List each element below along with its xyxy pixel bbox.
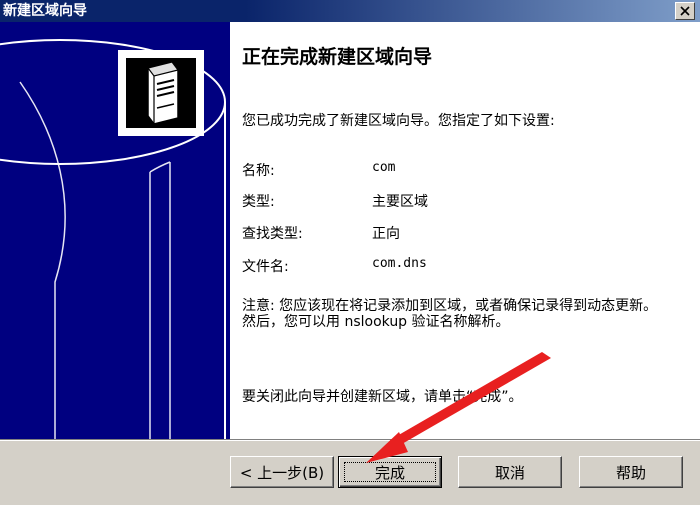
window-title: 新建区域向导 <box>3 3 87 19</box>
setting-label: 文件名: <box>242 259 289 275</box>
close-button[interactable] <box>675 2 695 20</box>
setting-value: 正向 <box>372 226 400 242</box>
wizard-page: 正在完成新建区域向导 您已成功完成了新建区域向导。您指定了如下设置: 名称: c… <box>0 22 700 439</box>
wizard-banner <box>0 22 230 439</box>
closing-text: 要关闭此向导并创建新区域，请单击“完成”。 <box>242 389 523 405</box>
setting-value: com <box>372 160 396 175</box>
help-button[interactable]: 帮助 <box>579 456 683 488</box>
page-title: 正在完成新建区域向导 <box>242 46 433 68</box>
setting-value: 主要区域 <box>372 194 428 210</box>
server-icon <box>126 58 196 128</box>
intro-text: 您已成功完成了新建区域向导。您指定了如下设置: <box>242 113 555 129</box>
cancel-button[interactable]: 取消 <box>458 456 562 488</box>
note-text: 注意: 您应该现在将记录添加到区域，或者确保记录得到动态更新。然后，您可以用 n… <box>242 298 658 330</box>
setting-label: 名称: <box>242 163 275 179</box>
button-area-divider <box>0 439 700 441</box>
focus-indicator <box>344 462 436 482</box>
finish-button[interactable]: 完成 <box>338 456 442 488</box>
wizard-content: 正在完成新建区域向导 您已成功完成了新建区域向导。您指定了如下设置: 名称: c… <box>240 22 690 439</box>
setting-label: 查找类型: <box>242 226 303 242</box>
setting-label: 类型: <box>242 194 275 210</box>
close-icon <box>680 6 690 16</box>
server-icon-frame <box>118 50 204 136</box>
back-button[interactable]: < 上一步(B) <box>230 456 334 488</box>
title-bar: 新建区域向导 <box>0 0 700 22</box>
setting-value: com.dns <box>372 256 427 271</box>
